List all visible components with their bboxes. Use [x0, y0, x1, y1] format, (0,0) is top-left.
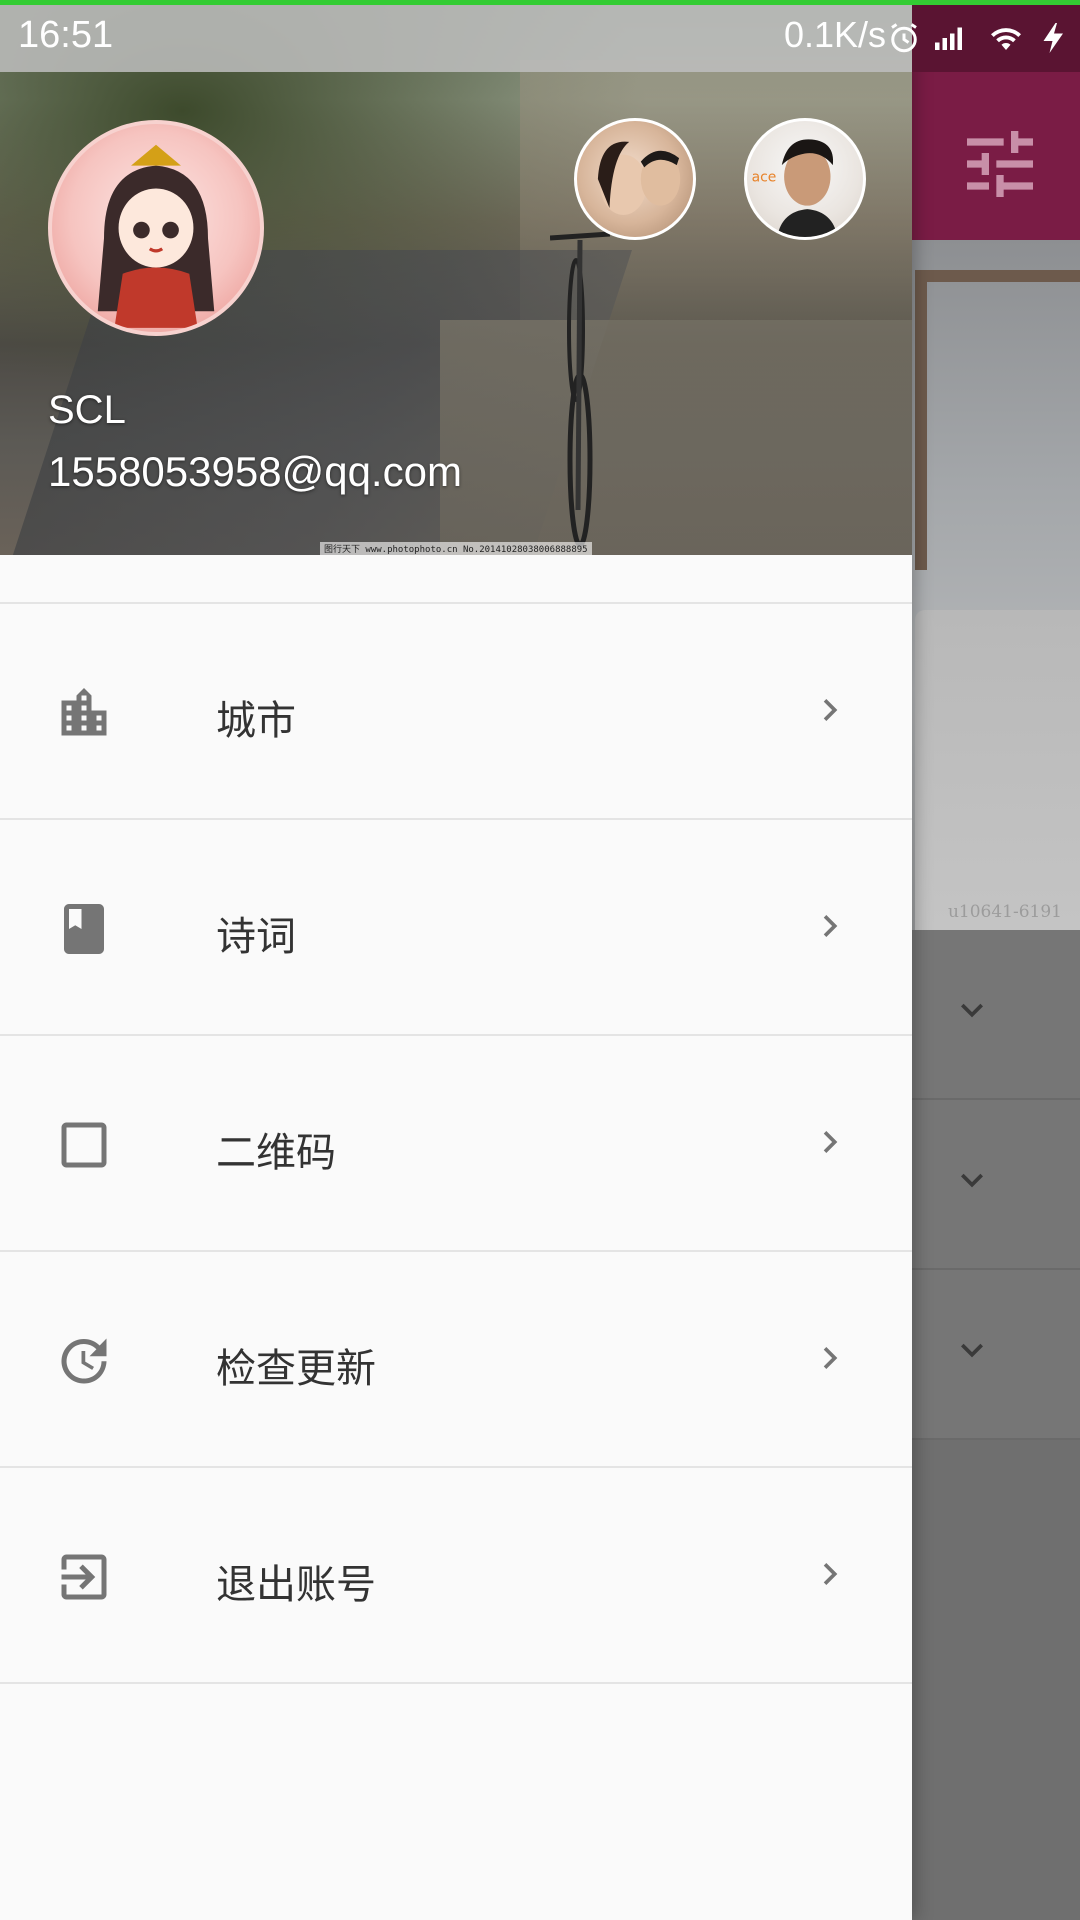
navigation-drawer: 图行天下 www.photophoto.cn No.20141028038006… — [0, 0, 912, 1920]
loading-progress — [0, 0, 1080, 5]
menu-item-label: 检查更新 — [216, 1346, 376, 1392]
chevron-right-icon — [823, 1563, 838, 1585]
chevron-right-icon — [823, 1131, 838, 1153]
exit-icon — [61, 1554, 107, 1600]
menu-item-label: 二维码 — [216, 1130, 336, 1176]
user-email: 1558053958@qq.com — [48, 448, 462, 495]
svg-text:ace: ace — [752, 169, 777, 185]
city-icon — [61, 688, 107, 736]
drawer-header: 图行天下 www.photophoto.cn No.20141028038006… — [0, 0, 912, 555]
menu-item-label: 城市 — [216, 698, 296, 744]
chevron-right-icon — [823, 915, 838, 937]
header-image-credit: 图行天下 www.photophoto.cn No.20141028038006… — [320, 542, 592, 555]
menu-item-check-update[interactable]: 检查更新 — [0, 1252, 912, 1468]
status-time: 16:51 — [18, 14, 114, 56]
drawer-menu: 城市 诗词 二维码 检查更新 退出账号 — [0, 602, 912, 1684]
chevron-right-icon — [823, 1347, 838, 1369]
couple-image — [597, 141, 681, 215]
menu-item-city[interactable]: 城市 — [0, 604, 912, 820]
couple-avatar[interactable] — [574, 118, 696, 240]
menu-item-logout[interactable]: 退出账号 — [0, 1468, 912, 1684]
charging-icon — [1043, 23, 1063, 53]
wifi-icon — [991, 28, 1021, 50]
bicycle-image — [550, 231, 610, 548]
user-name: SCL — [48, 388, 126, 432]
man-avatar[interactable]: ace — [744, 118, 866, 240]
main-avatar[interactable] — [48, 120, 264, 336]
signal-icon — [935, 27, 962, 50]
network-speed: 0.1K/s — [784, 14, 887, 55]
menu-item-label: 退出账号 — [216, 1562, 376, 1608]
cartoon-girl-image — [97, 144, 215, 328]
man-image: ace — [752, 139, 838, 237]
update-icon — [61, 1338, 107, 1384]
menu-item-poetry[interactable]: 诗词 — [0, 820, 912, 1036]
book-icon — [64, 904, 104, 954]
alarm-icon — [891, 23, 917, 53]
header-pavement — [440, 320, 912, 555]
menu-item-qrcode[interactable]: 二维码 — [0, 1036, 912, 1252]
chevron-right-icon — [823, 699, 838, 721]
square-icon — [61, 1122, 107, 1168]
status-bar: 16:51 0.1K/s — [0, 0, 1080, 72]
menu-item-label: 诗词 — [216, 914, 296, 960]
